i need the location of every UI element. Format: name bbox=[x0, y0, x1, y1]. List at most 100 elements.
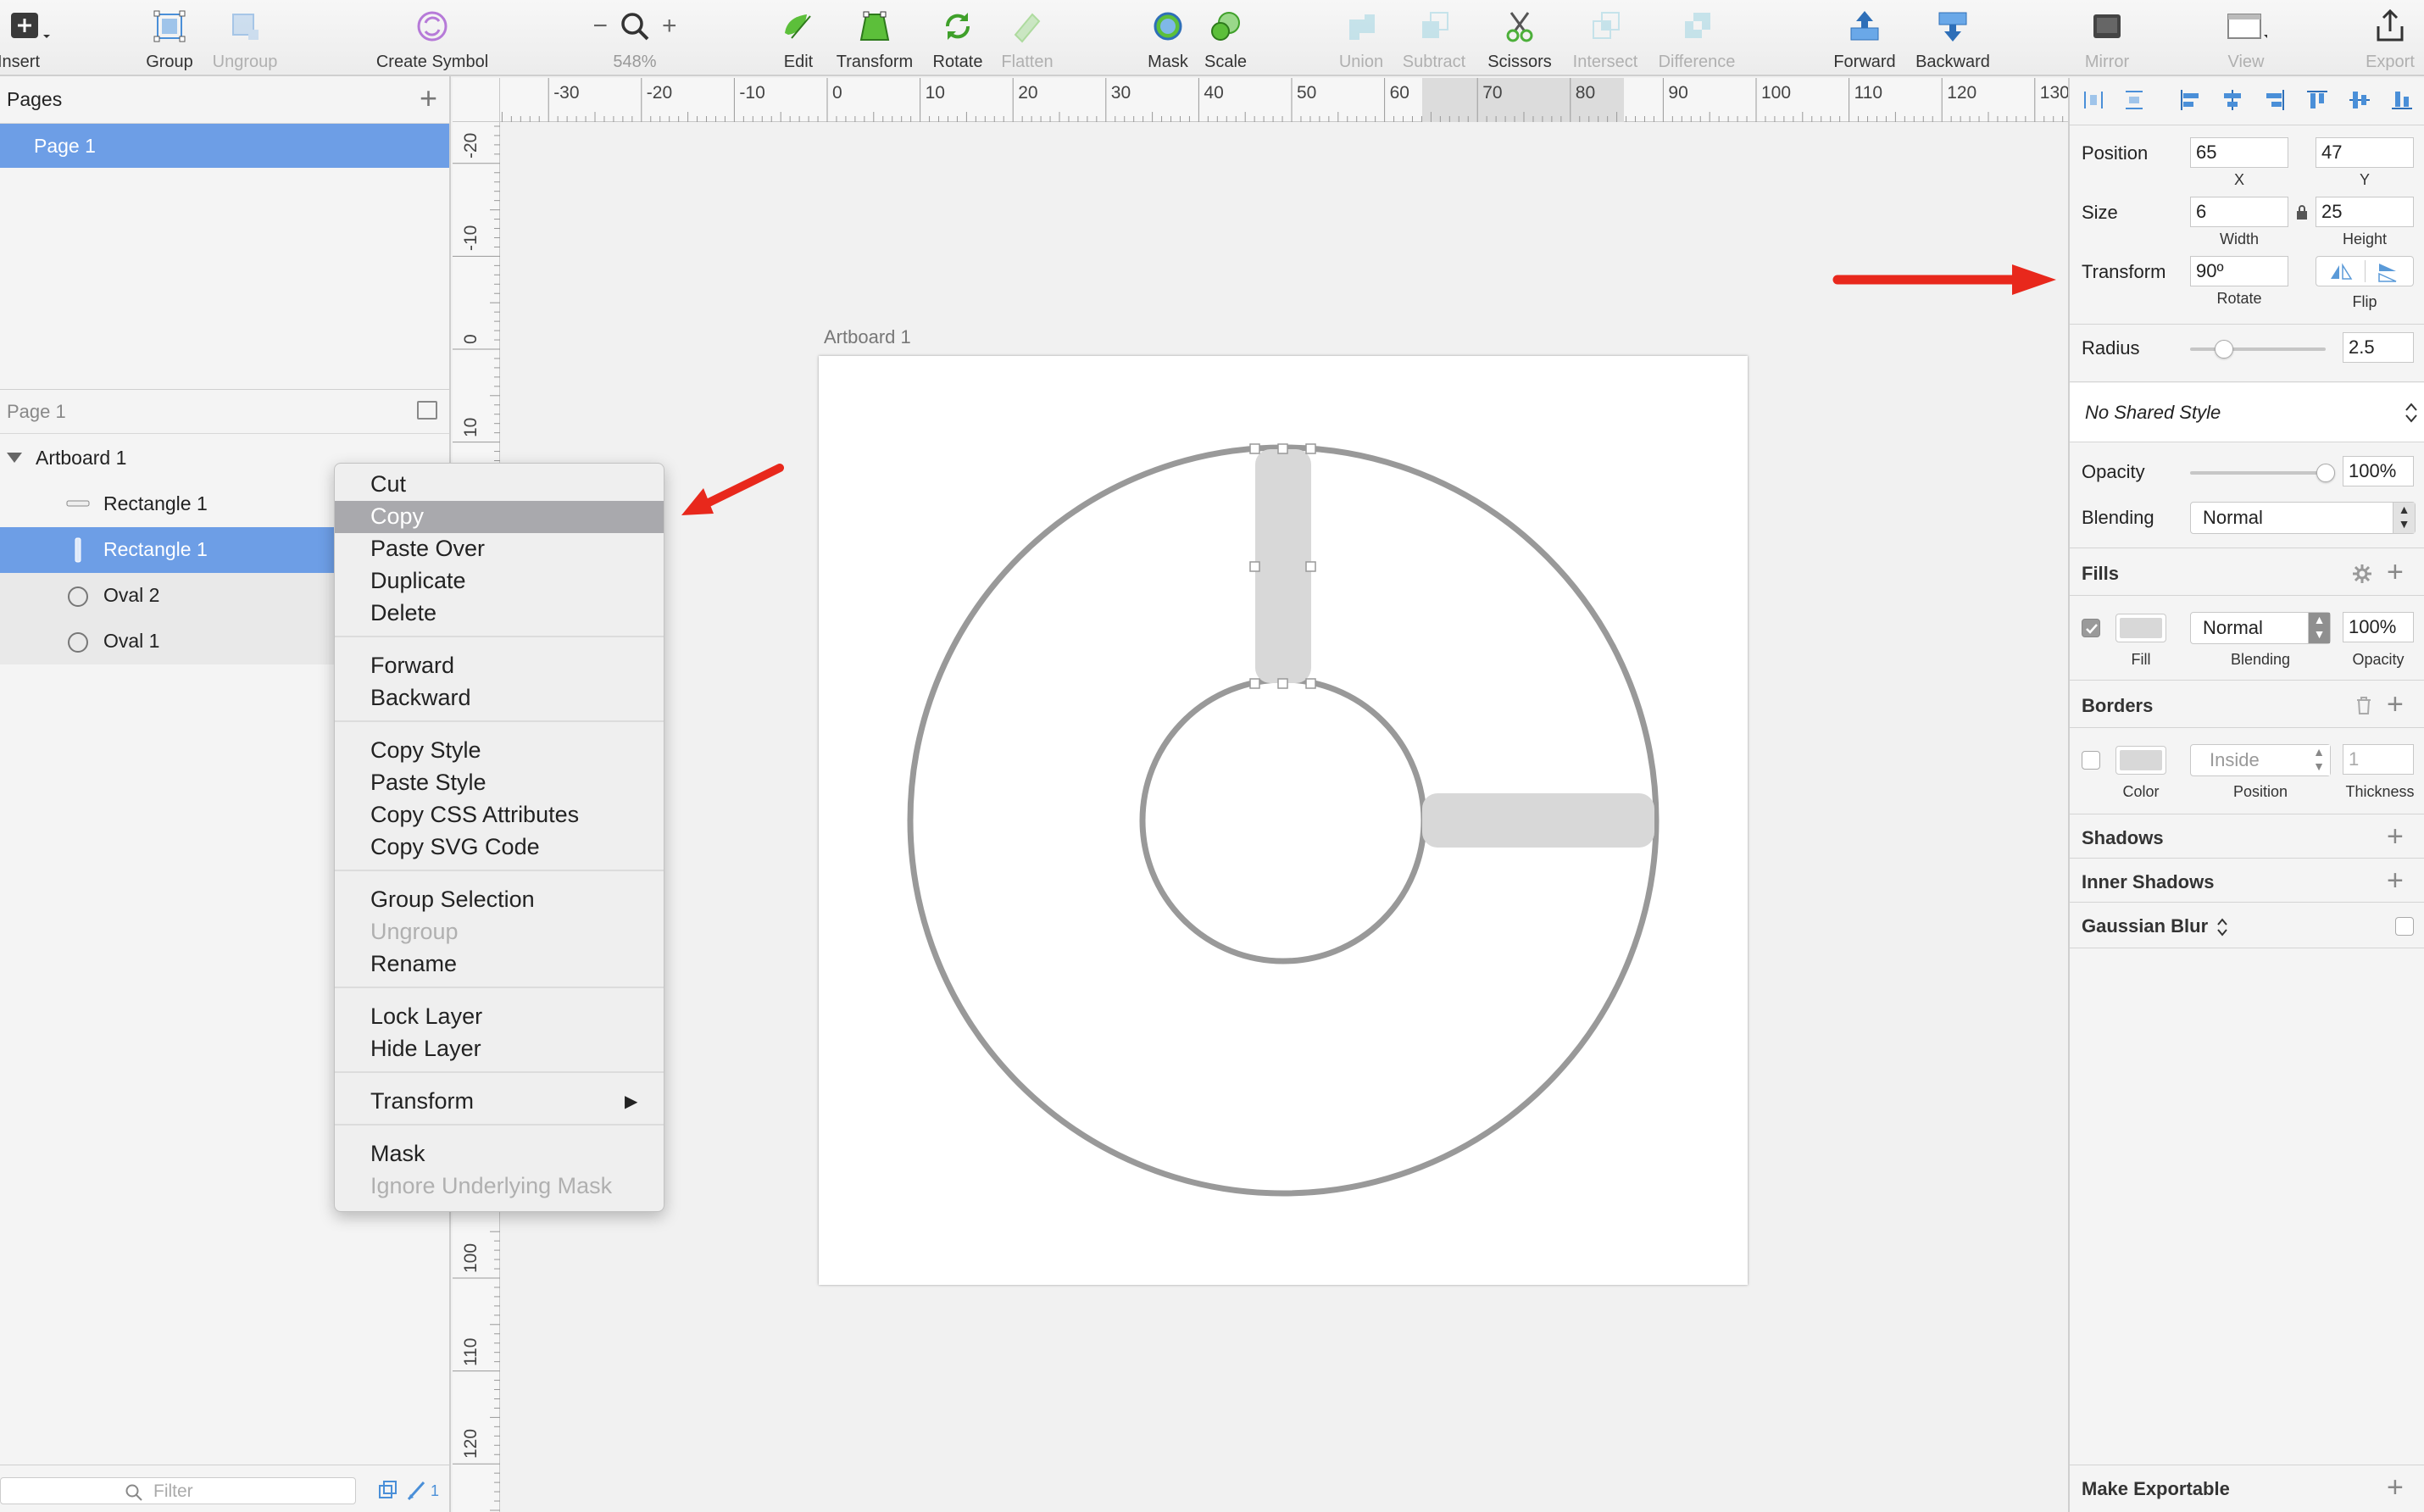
mask-button[interactable]: Mask bbox=[1141, 0, 1195, 76]
align-middle-vertical-icon[interactable] bbox=[2348, 88, 2371, 112]
menu-item-copy-css-attributes[interactable]: Copy CSS Attributes bbox=[335, 799, 664, 831]
group-button[interactable]: Group bbox=[142, 0, 197, 76]
updown-chevron-icon[interactable] bbox=[2216, 917, 2229, 937]
distribute-horizontal-icon[interactable] bbox=[2082, 88, 2105, 112]
filter-input[interactable]: Filter bbox=[0, 1477, 356, 1504]
fills-title: Fills bbox=[2082, 563, 2120, 584]
border-position-select[interactable]: Inside ▲ ▼ bbox=[2190, 744, 2331, 776]
align-top-icon[interactable] bbox=[2305, 88, 2329, 112]
add-shadow-button[interactable]: + bbox=[2387, 822, 2404, 851]
menu-item-paste-over[interactable]: Paste Over bbox=[335, 533, 664, 565]
export-button[interactable]: Export bbox=[2363, 0, 2417, 76]
menu-item-hide-layer[interactable]: Hide Layer bbox=[335, 1033, 664, 1065]
artboard-title[interactable]: Artboard 1 bbox=[824, 326, 911, 348]
insert-button[interactable]: Insert bbox=[0, 0, 56, 76]
symbols-filter-icon[interactable] bbox=[376, 1479, 400, 1503]
menu-item-rename[interactable]: Rename bbox=[335, 948, 664, 981]
menu-item-group-selection[interactable]: Group Selection bbox=[335, 884, 664, 916]
gaussian-blur-checkbox[interactable] bbox=[2395, 917, 2414, 936]
border-color-swatch[interactable] bbox=[2115, 746, 2166, 775]
position-x-field[interactable]: 65 bbox=[2190, 137, 2288, 168]
rotate-button[interactable]: Rotate bbox=[929, 0, 987, 76]
flip-vertical-icon[interactable] bbox=[2376, 262, 2401, 282]
align-bottom-icon[interactable] bbox=[2390, 88, 2414, 112]
position-label: Position bbox=[2082, 142, 2149, 164]
menu-item-transform[interactable]: Transform ▶ bbox=[335, 1086, 664, 1118]
opacity-field[interactable]: 100% bbox=[2343, 456, 2414, 486]
menu-item-forward[interactable]: Forward bbox=[335, 650, 664, 682]
make-exportable-title[interactable]: Make Exportable bbox=[2082, 1478, 2230, 1500]
page-item[interactable]: Page 1 bbox=[0, 124, 449, 168]
disclosure-triangle-icon[interactable] bbox=[5, 451, 24, 464]
height-field[interactable]: 25 bbox=[2316, 197, 2414, 227]
mirror-button[interactable]: Mirror bbox=[2078, 0, 2136, 76]
gaussian-blur-title[interactable]: Gaussian Blur bbox=[2082, 915, 2208, 937]
artboard[interactable] bbox=[819, 356, 1748, 1285]
align-center-horizontal-icon[interactable] bbox=[2221, 88, 2244, 112]
flatten-button[interactable]: Flatten bbox=[997, 0, 1058, 76]
backward-button[interactable]: Backward bbox=[1910, 0, 1995, 76]
difference-button[interactable]: Difference bbox=[1653, 0, 1741, 76]
trash-icon[interactable] bbox=[2355, 695, 2373, 715]
zoom-in-button[interactable]: + bbox=[662, 12, 677, 41]
create-symbol-button[interactable]: Create Symbol bbox=[356, 0, 509, 76]
align-left-icon[interactable] bbox=[2178, 88, 2202, 112]
flip-horizontal-icon[interactable] bbox=[2328, 262, 2354, 282]
fill-opacity-field[interactable]: 100% bbox=[2343, 612, 2414, 642]
menu-item-copy-style[interactable]: Copy Style bbox=[335, 735, 664, 767]
menu-item-paste-style[interactable]: Paste Style bbox=[335, 767, 664, 799]
intersect-button[interactable]: Intersect bbox=[1565, 0, 1646, 76]
radius-slider[interactable] bbox=[2190, 347, 2326, 351]
menu-item-mask[interactable]: Mask bbox=[335, 1138, 664, 1170]
blending-select[interactable]: Normal ▲ ▼ bbox=[2190, 502, 2416, 534]
position-y-field[interactable]: 47 bbox=[2316, 137, 2414, 168]
view-button[interactable]: View bbox=[2217, 0, 2275, 76]
border-enabled-checkbox[interactable] bbox=[2082, 751, 2100, 770]
collapse-layers-icon[interactable] bbox=[417, 401, 437, 420]
menu-item-lock-layer[interactable]: Lock Layer bbox=[335, 1001, 664, 1033]
slice-filter-icon[interactable] bbox=[405, 1479, 429, 1503]
edit-button[interactable]: Edit bbox=[771, 0, 826, 76]
union-button[interactable]: Union bbox=[1336, 0, 1387, 76]
subtract-button[interactable]: Subtract bbox=[1398, 0, 1470, 76]
width-field[interactable]: 6 bbox=[2190, 197, 2288, 227]
fill-color-swatch[interactable] bbox=[2115, 614, 2166, 642]
add-fill-button[interactable]: + bbox=[2387, 558, 2404, 586]
gear-icon[interactable] bbox=[2351, 563, 2373, 585]
menu-item-cut[interactable]: Cut bbox=[335, 469, 664, 501]
menu-item-copy[interactable]: Copy bbox=[335, 501, 664, 533]
distribute-vertical-icon[interactable] bbox=[2122, 88, 2146, 112]
fill-enabled-checkbox[interactable] bbox=[2082, 619, 2100, 637]
menu-item-delete[interactable]: Delete bbox=[335, 598, 664, 630]
search-icon bbox=[125, 1484, 142, 1501]
add-page-button[interactable]: + bbox=[420, 81, 437, 115]
align-right-icon[interactable] bbox=[2263, 88, 2287, 112]
menu-item-backward[interactable]: Backward bbox=[335, 682, 664, 714]
opacity-slider-knob[interactable] bbox=[2316, 464, 2335, 482]
opacity-slider[interactable] bbox=[2190, 471, 2326, 475]
menu-item-duplicate[interactable]: Duplicate bbox=[335, 565, 664, 598]
transform-button[interactable]: Transform bbox=[831, 0, 919, 76]
add-inner-shadow-button[interactable]: + bbox=[2387, 866, 2404, 895]
inner-shadows-title: Inner Shadows bbox=[2082, 871, 2215, 892]
scissors-button[interactable]: Scissors bbox=[1483, 0, 1556, 76]
forward-button[interactable]: Forward bbox=[1829, 0, 1900, 76]
horizontal-rectangle bbox=[1422, 793, 1654, 848]
horizontal-ruler[interactable]: -30 -20 -10 0 10 20 30 40 50 60 70 80 90 100 110 120 130 bbox=[453, 78, 2070, 122]
add-border-button[interactable]: + bbox=[2387, 690, 2404, 719]
radius-field[interactable]: 2.5 bbox=[2343, 332, 2414, 363]
shared-style-select[interactable]: No Shared Style bbox=[2070, 383, 2424, 442]
submenu-arrow-icon: ▶ bbox=[625, 1092, 638, 1111]
radius-slider-knob[interactable] bbox=[2215, 340, 2233, 359]
rotate-field[interactable]: 90º bbox=[2190, 256, 2288, 286]
menu-item-label: Lock Layer bbox=[370, 1003, 483, 1029]
border-thickness-field[interactable]: 1 bbox=[2343, 744, 2414, 775]
zoom-out-button[interactable]: − bbox=[592, 12, 608, 41]
fill-blending-select[interactable]: Normal ▲ ▼ bbox=[2190, 612, 2331, 644]
ungroup-button[interactable]: Ungroup bbox=[207, 0, 283, 76]
add-export-button[interactable]: + bbox=[2387, 1473, 2404, 1502]
scale-button[interactable]: Scale bbox=[1200, 0, 1251, 76]
menu-item-copy-svg-code[interactable]: Copy SVG Code bbox=[335, 831, 664, 864]
checkmark-icon bbox=[2086, 624, 2098, 634]
lock-proportions-icon[interactable] bbox=[2295, 203, 2309, 220]
